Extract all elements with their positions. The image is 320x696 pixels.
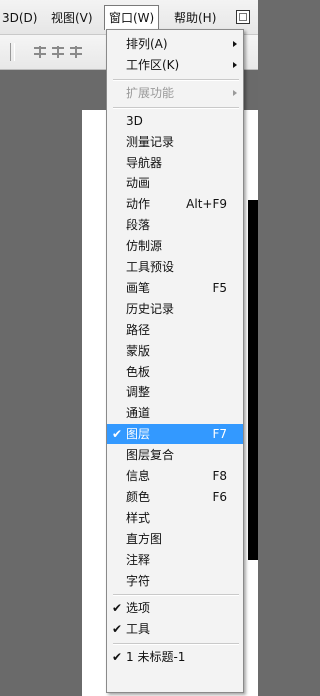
submenu-arrow-icon (233, 61, 237, 68)
menu-item-label: 路径 (126, 322, 151, 337)
menu-item-shortcut: Alt+F9 (186, 197, 227, 212)
menu-item[interactable]: ✔ 1 未标题-1 (107, 647, 243, 667)
submenu-arrow-icon (233, 41, 237, 47)
menu-item[interactable]: 直方图 (107, 529, 243, 549)
menu-item-label: 导航器 (126, 155, 163, 170)
checkmark-icon: ✔ (112, 601, 123, 616)
menu-item[interactable]: 导航器 (107, 153, 243, 173)
menu-item-label: 图层复合 (126, 448, 175, 463)
menu-item[interactable]: 通道 (107, 403, 243, 423)
menu-item[interactable]: 动作 Alt+F9 (107, 194, 243, 214)
window-menu-dropdown: 排列(A) 工作区(K) 扩展功能 3D 测量记录导航器动画动作 Alt+F9 段落仿制源工… (106, 29, 244, 693)
menu-item-label: 工作区(K) (126, 57, 180, 72)
menu-item[interactable]: 动画 (107, 173, 243, 193)
menu-separator (113, 78, 239, 81)
align-bottom-icon[interactable] (70, 46, 82, 58)
menu-item[interactable]: 字符 (107, 571, 243, 591)
menu-item-label: 画笔 (126, 280, 151, 295)
menu-separator (113, 106, 239, 109)
menu-item-label: 1 未标题-1 (126, 650, 186, 665)
menu-item[interactable]: 样式 (107, 508, 243, 528)
menu-item-label: 信息 (126, 469, 151, 483)
checkmark-icon: ✔ (112, 650, 123, 665)
align-middle-icon[interactable] (52, 46, 64, 58)
menu-item[interactable]: 图层复合 (107, 445, 243, 465)
menu-item[interactable]: 颜色 F6 (107, 487, 243, 507)
menu-item[interactable]: 蒙版 (107, 341, 243, 361)
window-mode-icon[interactable] (236, 10, 250, 24)
menu-item[interactable]: 3D (107, 111, 243, 131)
menu-item-shortcut: F8 (212, 469, 227, 483)
menu-item[interactable]: 信息 F8 (107, 466, 243, 486)
menu-help[interactable]: 帮助(H) (174, 9, 216, 27)
menu-item-label: 选项 (126, 601, 151, 616)
menu-item[interactable]: 测量记录 (107, 132, 243, 152)
toolbar-separator (10, 43, 15, 61)
menu-3d[interactable]: 3D(D) (2, 9, 37, 27)
menu-item-label: 工具 (126, 622, 151, 637)
menu-item-label: 扩展功能 (126, 85, 175, 100)
menu-item-label: 样式 (126, 510, 151, 525)
menu-item-label: 仿制源 (126, 239, 163, 254)
menu-item-label: 蒙版 (126, 343, 151, 358)
document-dark-region (248, 200, 258, 560)
menu-separator (113, 594, 239, 597)
menu-item[interactable]: 路径 (107, 320, 243, 340)
align-top-icon[interactable] (34, 46, 46, 58)
menu-item-label: 色板 (126, 364, 151, 379)
menu-item-label: 动画 (126, 176, 151, 191)
menu-item-label: 3D (126, 113, 143, 128)
menu-item-label: 段落 (126, 218, 151, 233)
menu-view[interactable]: 视图(V) (51, 9, 93, 27)
menu-item-label: 通道 (126, 406, 151, 421)
menu-item[interactable]: 工作区(K) (107, 55, 243, 75)
submenu-arrow-icon (233, 89, 237, 96)
menu-item[interactable]: ✔ 图层 F7 (107, 424, 243, 445)
menu-item-label: 图层 (126, 427, 151, 442)
menu-item-shortcut: F6 (212, 489, 227, 504)
menu-item[interactable]: 调整 (107, 382, 243, 402)
menu-item-label: 字符 (126, 573, 151, 588)
menu-item-label: 直方图 (126, 531, 163, 546)
menu-item-label: 工具预设 (126, 260, 175, 274)
menu-item[interactable]: ✔ 选项 (107, 598, 243, 618)
menu-item[interactable]: ✔ 工具 (107, 619, 243, 639)
menu-item-label: 测量记录 (126, 134, 175, 149)
menu-window[interactable]: 窗口(W) (104, 5, 160, 30)
menu-item-label: 颜色 (126, 489, 151, 504)
menu-item-label: 注释 (126, 552, 151, 567)
checkmark-icon: ✔ (112, 622, 123, 637)
menu-separator (113, 643, 239, 646)
menu-item-label: 动作 (126, 197, 151, 212)
menu-item[interactable]: 注释 (107, 550, 243, 570)
menu-item[interactable]: 排列(A) (107, 34, 243, 54)
menu-item-shortcut: F7 (212, 427, 227, 442)
menu-item[interactable]: 画笔 F5 (107, 278, 243, 298)
menu-item[interactable]: 历史记录 (107, 299, 243, 319)
menu-item[interactable]: 工具预设 (107, 257, 243, 277)
menu-item-label: 排列(A) (126, 37, 168, 51)
menu-item[interactable]: 仿制源 (107, 236, 243, 256)
menu-item: 扩展功能 (107, 83, 243, 103)
menu-item-shortcut: F5 (212, 280, 227, 295)
menu-item[interactable]: 段落 (107, 215, 243, 235)
menu-item-label: 调整 (126, 385, 151, 400)
checkmark-icon: ✔ (112, 427, 123, 442)
menu-item[interactable]: 色板 (107, 362, 243, 382)
menu-item-label: 历史记录 (126, 301, 175, 316)
